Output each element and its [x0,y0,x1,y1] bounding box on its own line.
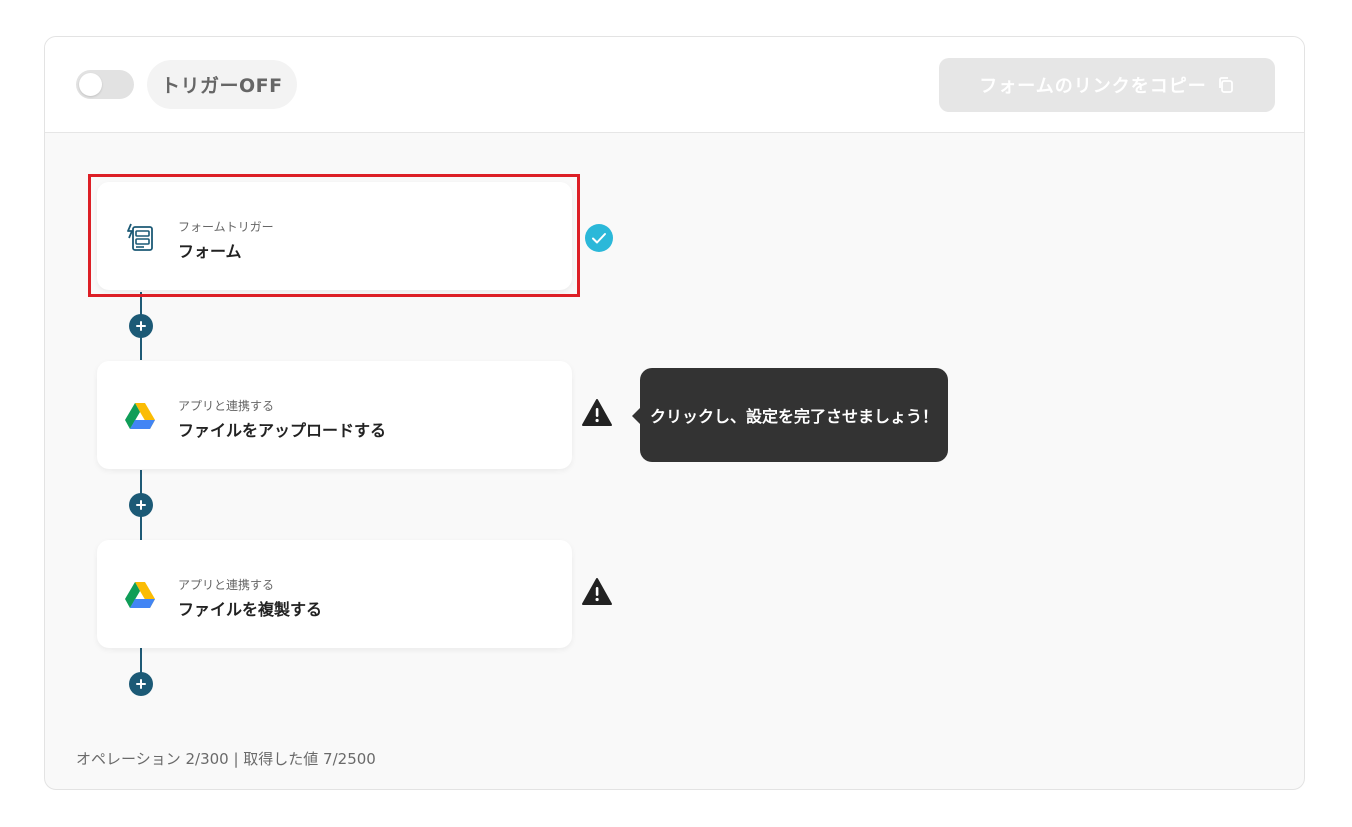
add-step-button[interactable] [129,672,153,696]
trigger-status-label: トリガーOFF [147,60,297,109]
copy-form-link-label: フォームのリンクをコピー [979,76,1207,97]
flow-panel: トリガーOFF フォームのリンクをコピー フォームトリガー フォーム アプリと連… [44,36,1305,790]
flow-step-card[interactable]: フォームトリガー フォーム [97,182,572,290]
step-title: ファイルをアップロードする [178,421,387,440]
flow-step-card[interactable]: アプリと連携する ファイルをアップロードする [97,361,572,469]
check-circle-icon [584,223,614,253]
google-drive-icon [123,399,157,433]
copy-icon [1217,76,1235,94]
setup-hint-tooltip: クリックし、設定を完了させましょう！ [632,368,948,462]
plus-icon [136,321,146,331]
google-drive-icon [123,578,157,612]
copy-form-link-button[interactable]: フォームのリンクをコピー [939,58,1275,112]
step-subtitle: フォームトリガー [178,220,274,234]
toggle-knob [79,73,102,96]
flow-step-card[interactable]: アプリと連携する ファイルを複製する [97,540,572,648]
add-step-button[interactable] [129,493,153,517]
plus-icon [136,500,146,510]
warning-icon [581,577,613,607]
usage-counter: オペレーション 2/300 | 取得した値 7/2500 [76,750,376,768]
flow-header: トリガーOFF フォームのリンクをコピー [45,37,1304,133]
plus-icon [136,679,146,689]
step-title: フォーム [178,242,242,261]
trigger-toggle[interactable] [76,70,134,99]
step-title: ファイルを複製する [178,600,323,619]
warning-icon [581,398,613,428]
add-step-button[interactable] [129,314,153,338]
tooltip-text: クリックし、設定を完了させましょう！ [649,407,938,426]
step-subtitle: アプリと連携する [178,578,275,592]
form-trigger-icon [123,220,157,254]
step-subtitle: アプリと連携する [178,399,275,413]
